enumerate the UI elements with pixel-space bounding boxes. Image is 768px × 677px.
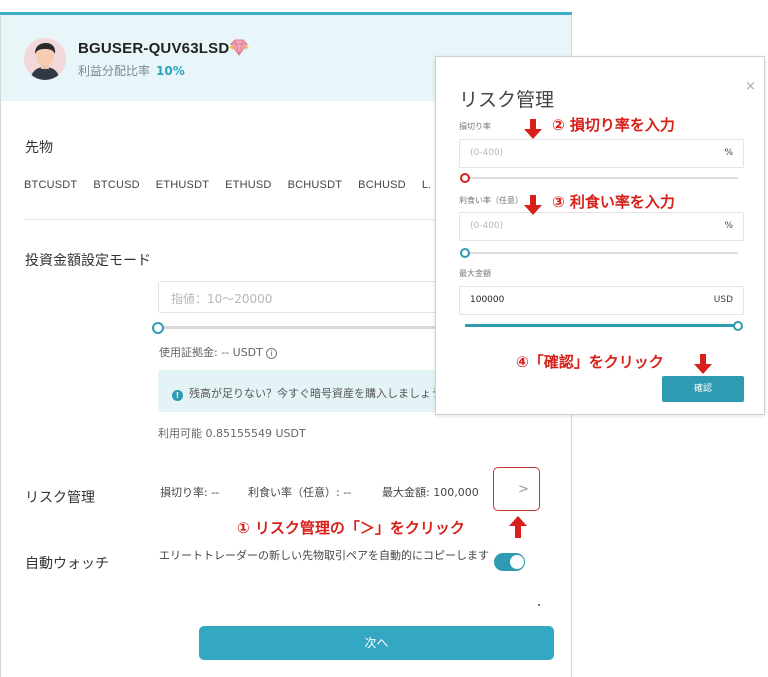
pair-tag: ETHUSD <box>225 179 272 191</box>
take-profit-slider-track[interactable] <box>465 252 738 254</box>
investment-mode-label: 投資金額設定モード <box>25 253 151 269</box>
risk-management-open-button[interactable] <box>493 467 540 511</box>
investment-amount-input[interactable]: 指値：10～20000 <box>158 281 438 313</box>
max-amount-label: 最大金額 <box>459 269 491 278</box>
section-divider <box>24 219 444 220</box>
take-profit-slider-handle[interactable] <box>460 248 470 258</box>
insufficient-balance-notice[interactable]: ! 残高が足りない？今すぐ暗号資産を購入しましょう <box>158 370 440 412</box>
avatar <box>24 38 66 80</box>
red-arrow-down-icon <box>524 119 542 139</box>
pair-tag: BCHUSD <box>358 179 406 191</box>
pair-tag: L. <box>421 179 432 191</box>
red-arrow-down-icon <box>694 354 712 374</box>
used-margin-text: 使用証拠金: -- USDT i <box>159 344 277 360</box>
take-profit-placeholder: (0-400) <box>470 221 504 231</box>
profit-share-value: 10% <box>156 64 185 78</box>
close-icon[interactable]: × <box>745 79 756 94</box>
decorative-dot <box>538 604 540 606</box>
info-icon[interactable]: i <box>265 347 277 359</box>
stop-loss-summary: 損切り率: -- <box>160 486 220 499</box>
auto-watch-toggle-knob[interactable] <box>510 555 524 569</box>
investment-amount-placeholder: 指値：10～20000 <box>171 292 273 306</box>
pair-tag: BTCUSDT <box>24 179 78 191</box>
stop-loss-slider-handle[interactable] <box>460 173 470 183</box>
investment-slider-track[interactable] <box>160 326 440 329</box>
stop-loss-slider-track[interactable] <box>465 177 738 179</box>
info-circle-icon: ! <box>172 390 183 401</box>
max-amount-input[interactable]: 100000 USD <box>459 286 744 315</box>
dialog-title: リスク管理 <box>459 89 555 111</box>
used-margin-value: 使用証拠金: -- USDT <box>159 346 263 359</box>
profit-share-label: 利益分配比率 <box>78 64 151 78</box>
panel-left-border <box>0 15 1 677</box>
confirm-button[interactable]: 確認 <box>662 376 744 402</box>
profit-share-row: 利益分配比率 10% <box>78 62 185 79</box>
auto-watch-label: 自動ウォッチ <box>25 556 109 572</box>
notice-text: 残高が足りない？今すぐ暗号資産を購入しましょう <box>189 387 440 400</box>
max-amount-unit: USD <box>713 295 733 305</box>
max-amount-value: 100000 <box>470 295 505 305</box>
red-arrow-up-icon <box>509 516 527 538</box>
elite-badge-icon <box>228 38 250 58</box>
avatar-person-icon <box>24 38 66 80</box>
chevron-right-icon[interactable]: > <box>518 482 529 497</box>
red-arrow-down-icon <box>524 195 542 215</box>
take-profit-summary: 利食い率（任意）: -- <box>248 486 352 499</box>
max-amount-summary: 最大金額: 100,000 <box>382 486 479 499</box>
stop-loss-input[interactable]: (0-400) % <box>459 139 744 168</box>
take-profit-input[interactable]: (0-400) % <box>459 212 744 241</box>
stop-loss-label: 損切り率 <box>459 122 491 131</box>
futures-pairs-list: BTCUSDT BTCUSD ETHUSDT ETHUSD BCHUSDT BCHUSD L… <box>24 179 447 191</box>
stop-loss-placeholder: (0-400) <box>470 148 504 158</box>
futures-label: 先物 <box>25 140 53 156</box>
pair-tag: ETHUSDT <box>155 179 210 191</box>
max-amount-slider-track[interactable] <box>465 324 738 327</box>
available-balance: 利用可能 0.85155549 USDT <box>158 427 306 440</box>
next-button[interactable]: 次へ <box>199 626 554 660</box>
auto-watch-description: エリートトレーダーの新しい先物取引ペアを自動的にコピーします <box>159 549 489 562</box>
annotation-step1: ① リスク管理の「＞」をクリック <box>237 519 465 537</box>
annotation-step4: ④「確認」をクリック <box>516 353 664 371</box>
annotation-step3: ③ 利食い率を入力 <box>552 193 675 211</box>
annotation-step2: ② 損切り率を入力 <box>552 116 675 134</box>
investment-slider-handle[interactable] <box>152 322 164 334</box>
take-profit-unit: % <box>724 221 733 231</box>
risk-management-label: リスク管理 <box>25 490 95 506</box>
pair-tag: BTCUSD <box>93 179 140 191</box>
pair-tag: BCHUSDT <box>287 179 343 191</box>
take-profit-label: 利食い率（任意） <box>459 196 523 205</box>
max-amount-slider-handle[interactable] <box>733 321 743 331</box>
trader-username: BGUSER-QUV63LSD <box>78 40 230 57</box>
stop-loss-unit: % <box>724 148 733 158</box>
